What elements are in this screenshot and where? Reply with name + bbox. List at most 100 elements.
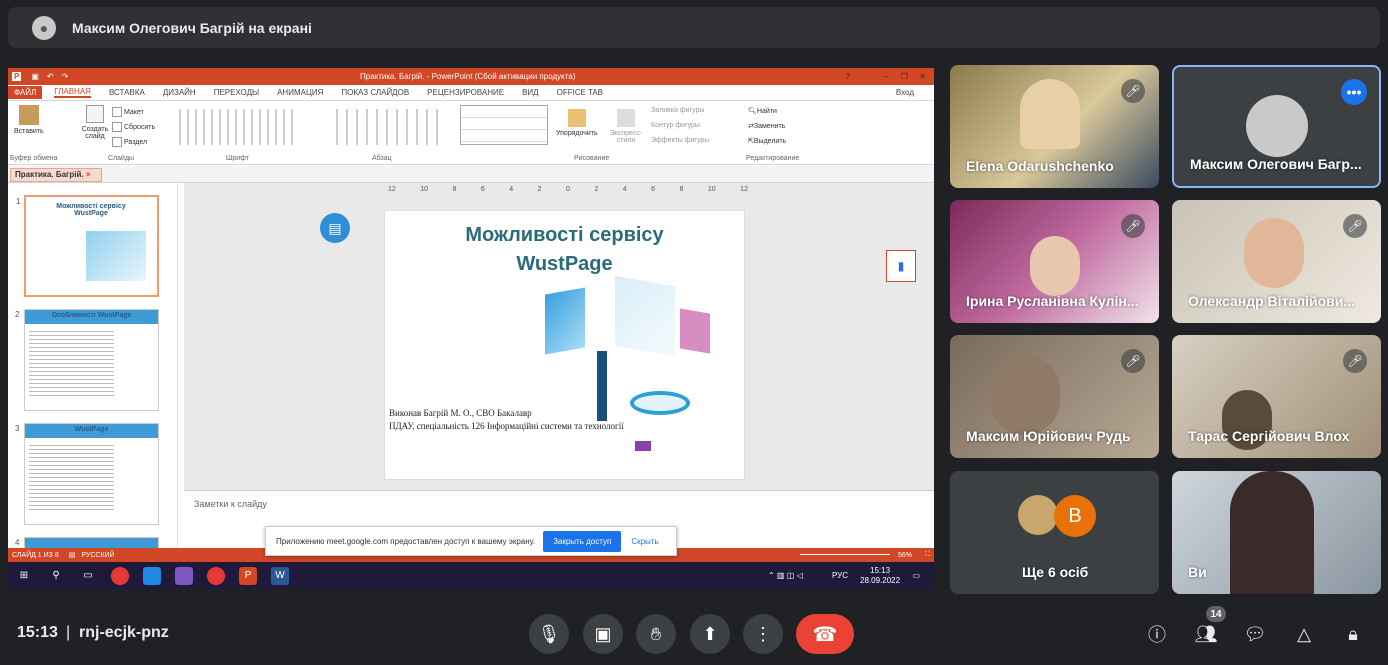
powerpoint-taskbar-icon[interactable]: P xyxy=(239,566,257,585)
more-options-button[interactable]: ⋮ xyxy=(743,614,783,654)
present-button[interactable]: ⬆ xyxy=(690,614,730,654)
thumbnail-slide-3[interactable]: 3 WustPage xyxy=(15,423,159,525)
activities-icon[interactable]: △ xyxy=(1292,622,1316,646)
chat-icon[interactable]: 💬︎ xyxy=(1243,622,1267,646)
fit-slide-icon[interactable]: ⛶ xyxy=(925,551,930,559)
group-drawing: Рисование xyxy=(574,155,610,162)
bookmark-icon[interactable]: ▮ xyxy=(886,250,916,282)
font-controls[interactable] xyxy=(173,109,293,145)
thumbnail-slide-2[interactable]: 2 Особливості WustPage xyxy=(15,309,159,411)
layout-button[interactable]: Макет xyxy=(112,107,144,117)
arrange-button[interactable]: Упорядочить xyxy=(556,109,598,137)
document-tab[interactable]: Практика. Багрій. × xyxy=(10,168,102,182)
participant-tile[interactable]: 🎤︎ Олександр Віталійови... xyxy=(1172,200,1381,323)
replace-button[interactable]: ⇄Заменить xyxy=(748,122,785,130)
shapes-gallery[interactable] xyxy=(460,105,548,145)
login-link[interactable]: Вход xyxy=(896,88,914,97)
quick-styles-button[interactable]: Экспресс-стили xyxy=(608,109,644,144)
camera-button[interactable]: ▣ xyxy=(583,614,623,654)
raise-hand-button[interactable]: ✋︎ xyxy=(636,614,676,654)
find-button[interactable]: 🔍︎Найти xyxy=(748,107,777,115)
tab-review[interactable]: РЕЦЕНЗИРОВАНИЕ xyxy=(427,88,504,97)
participant-tile[interactable]: 🎤︎ Тарас Сергійович Влох xyxy=(1172,335,1381,458)
illustration-platform xyxy=(630,391,690,415)
paste-button[interactable]: Вставить xyxy=(14,105,44,135)
slide-title-line-1: Можливості сервісу xyxy=(465,224,664,246)
word-taskbar-icon[interactable]: W xyxy=(271,566,289,585)
tab-design[interactable]: ДИЗАЙН xyxy=(163,88,196,97)
tab-slideshow[interactable]: ПОКАЗ СЛАЙДОВ xyxy=(341,88,409,97)
participant-tile-presenter[interactable]: ••• Максим Олегович Багр... xyxy=(1172,65,1381,188)
shape-effects-button[interactable]: Эффекты фигуры xyxy=(651,137,709,144)
tab-insert[interactable]: ВСТАВКА xyxy=(109,88,145,97)
participant-name: Elena Odarushchenko xyxy=(966,158,1114,174)
spellcheck-icon[interactable]: ▤ xyxy=(69,551,76,559)
paragraph-controls[interactable] xyxy=(328,109,438,145)
microphone-button[interactable]: 🎙︎ xyxy=(529,614,569,654)
participant-avatar: В xyxy=(1054,495,1096,537)
minimize-icon[interactable]: – xyxy=(884,72,888,81)
more-participants-tile[interactable]: В Ще 6 осіб xyxy=(950,471,1159,594)
mail-icon[interactable] xyxy=(143,566,161,585)
participant-name: Максим Олегович Багр... xyxy=(1190,156,1362,172)
tray-icons[interactable]: ⌃ ▥ ◫ ◁ xyxy=(768,571,803,580)
more-vert-icon: ⋮ xyxy=(754,623,772,644)
participant-video xyxy=(1244,218,1304,288)
presentation-icon[interactable]: ▤ xyxy=(320,213,350,243)
end-call-button[interactable]: ☎︎ xyxy=(796,614,854,654)
host-controls-icon[interactable]: 🔒︎ xyxy=(1341,622,1365,646)
chrome-icon[interactable] xyxy=(111,566,129,585)
slide-title: Можливості сервісу WustPage xyxy=(385,221,744,279)
meeting-details-icon[interactable]: ⓘ xyxy=(1145,622,1169,646)
participant-tile[interactable]: 🎤︎ Максим Юрійович Рудь xyxy=(950,335,1159,458)
close-icon[interactable]: ✕ xyxy=(919,72,926,81)
powerpoint-titlebar: P ▣ ↶ ↷ Практика. Багрій. - PowerPoint (… xyxy=(8,68,934,85)
select-button[interactable]: ⇱Выделить xyxy=(748,137,786,145)
participant-video xyxy=(1020,79,1080,149)
close-tab-icon[interactable]: × xyxy=(86,170,91,179)
tab-view[interactable]: ВИД xyxy=(522,88,539,97)
chrome-profile-icon[interactable] xyxy=(207,566,225,585)
visual-studio-icon[interactable] xyxy=(175,566,193,585)
people-icon[interactable]: 👥︎ xyxy=(1194,622,1218,646)
ruler-tick: 0 xyxy=(566,186,570,193)
redo-icon[interactable]: ↷ xyxy=(62,72,69,81)
section-button[interactable]: Раздел xyxy=(112,137,147,147)
create-slide-label: Создать слайд xyxy=(81,126,109,140)
hide-banner-button[interactable]: Скрыть xyxy=(631,537,658,546)
windows-start-icon[interactable]: ⊞ xyxy=(15,567,33,585)
maximize-icon[interactable]: ❐ xyxy=(901,72,908,81)
thumbnail-title: Можливості сервісу WustPage xyxy=(56,203,126,217)
save-icon[interactable]: ▣ xyxy=(31,72,39,81)
thumbnail-slide-1[interactable]: 1 Можливості сервісу WustPage xyxy=(16,195,159,297)
participant-video xyxy=(990,355,1060,435)
help-icon[interactable]: ? xyxy=(846,72,850,81)
shape-fill-button[interactable]: Заливка фигуры xyxy=(651,107,704,114)
tab-home[interactable]: ГЛАВНАЯ xyxy=(54,87,91,98)
zoom-level[interactable]: 56% xyxy=(898,552,912,559)
taskbar-clock[interactable]: 15:13 28.09.2022 xyxy=(860,566,900,586)
tab-file[interactable]: ФАЙЛ xyxy=(8,86,43,99)
tab-transitions[interactable]: ПЕРЕХОДЫ xyxy=(214,88,259,97)
find-label: Найти xyxy=(756,108,777,115)
zoom-slider[interactable] xyxy=(800,554,890,555)
keyboard-language[interactable]: РУС xyxy=(832,571,848,580)
more-options-icon[interactable]: ••• xyxy=(1341,79,1367,105)
participant-tile[interactable]: 🎤︎ Elena Odarushchenko xyxy=(950,65,1159,188)
taskbar-date: 28.09.2022 xyxy=(860,575,901,585)
notification-icon[interactable]: ▭ xyxy=(912,571,920,580)
thumbnail-title: WustPage xyxy=(74,426,109,433)
meeting-code[interactable]: rnj-ecjk-pnz xyxy=(79,624,169,642)
reset-button[interactable]: Сбросить xyxy=(112,122,155,132)
participant-tile[interactable]: 🎤︎ Ірина Русланівна Кулін... xyxy=(950,200,1159,323)
stop-sharing-button[interactable]: Закрыть доступ xyxy=(543,530,622,552)
self-tile[interactable]: Ви xyxy=(1172,471,1381,594)
search-icon[interactable]: ⚲ xyxy=(47,567,65,585)
undo-icon[interactable]: ↶ xyxy=(47,72,54,81)
task-view-icon[interactable]: ▭ xyxy=(79,567,97,585)
current-slide: Можливості сервісу WustPage Виконав Багр… xyxy=(384,210,745,480)
create-slide-button[interactable]: Создать слайд xyxy=(78,105,112,140)
tab-office-tab[interactable]: OFFICE TAB xyxy=(557,88,603,97)
shape-outline-button[interactable]: Контур фигуры xyxy=(651,122,700,129)
tab-animations[interactable]: АНИМАЦИЯ xyxy=(277,88,323,97)
